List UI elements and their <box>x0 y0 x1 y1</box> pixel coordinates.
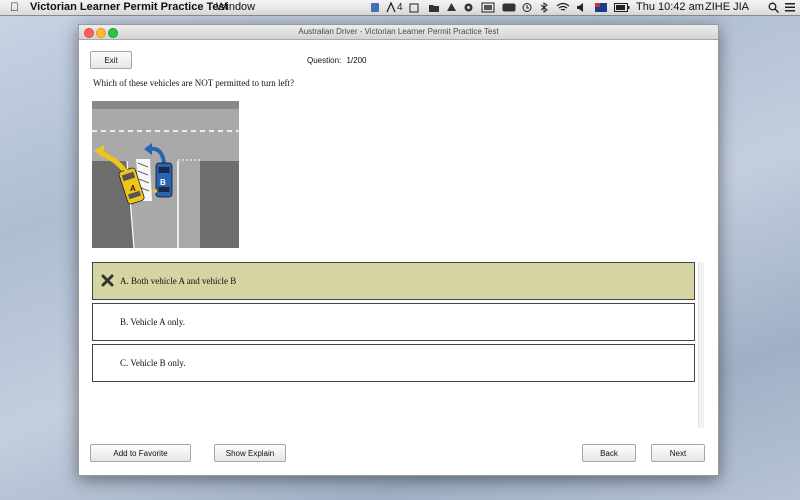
counter-value: 1/200 <box>346 56 367 65</box>
answer-option-b[interactable]: B. Vehicle A only. <box>92 303 695 341</box>
drive-icon[interactable] <box>446 2 457 13</box>
answer-option-label: C. Vehicle B only. <box>120 358 186 368</box>
wifi-icon[interactable] <box>556 2 570 13</box>
bluetooth-icon[interactable] <box>540 2 548 13</box>
options-scrollbar[interactable] <box>698 262 704 428</box>
menu-bar:  Victorian Learner Permit Practice Test… <box>0 0 800 16</box>
notification-count: 4 <box>397 2 403 13</box>
window-title: Australian Driver - Victorian Learner Pe… <box>298 27 499 36</box>
answer-option-label: A. Both vehicle A and vehicle B <box>120 276 237 286</box>
notification-center-icon[interactable] <box>785 3 795 12</box>
show-explain-button[interactable]: Show Explain <box>214 444 286 462</box>
next-button[interactable]: Next <box>651 444 705 462</box>
answer-option-a[interactable]: A. Both vehicle A and vehicle B <box>92 262 695 300</box>
menubar-user[interactable]: ZIHE JIA <box>705 0 749 15</box>
answer-option-label: B. Vehicle A only. <box>120 317 185 327</box>
counter-label: Question: <box>307 56 342 65</box>
photo-icon[interactable] <box>481 2 495 13</box>
window-menu[interactable]: Window <box>216 0 255 15</box>
wrong-mark-icon <box>101 274 114 287</box>
menubar-clock[interactable]: Thu 10:42 am <box>636 0 704 15</box>
question-figure: A B <box>92 101 239 248</box>
apple-icon[interactable]:  <box>10 0 19 15</box>
adobe-icon[interactable] <box>386 2 396 13</box>
app-menu[interactable]: Victorian Learner Permit Practice Test <box>30 0 228 15</box>
folder-icon[interactable] <box>428 2 440 13</box>
search-icon[interactable] <box>768 2 779 13</box>
window-titlebar: Australian Driver - Victorian Learner Pe… <box>79 25 718 40</box>
clipboard-icon[interactable] <box>409 2 419 13</box>
battery-icon[interactable] <box>614 2 630 13</box>
exit-button[interactable]: Exit <box>90 51 132 69</box>
question-text: Which of these vehicles are NOT permitte… <box>93 78 295 88</box>
back-button[interactable]: Back <box>582 444 636 462</box>
answer-option-c[interactable]: C. Vehicle B only. <box>92 344 695 382</box>
add-to-favorite-button[interactable]: Add to Favorite <box>90 444 191 462</box>
app-window: Australian Driver - Victorian Learner Pe… <box>78 24 719 476</box>
gear-icon[interactable] <box>463 2 474 13</box>
minimize-window-button[interactable] <box>96 28 106 38</box>
close-window-button[interactable] <box>84 28 94 38</box>
question-counter: Question: 1/200 <box>307 56 367 65</box>
keyboard-icon[interactable] <box>502 3 516 12</box>
vehicle-a-label: A <box>130 184 136 193</box>
flag-icon[interactable] <box>595 3 607 12</box>
dropbox-icon[interactable] <box>370 2 380 13</box>
volume-icon[interactable] <box>576 2 586 13</box>
timemachine-icon[interactable] <box>522 2 532 13</box>
window-content: Exit Question: 1/200 Which of these vehi… <box>79 40 718 475</box>
zoom-window-button[interactable] <box>108 28 118 38</box>
vehicle-b-label: B <box>160 178 166 187</box>
